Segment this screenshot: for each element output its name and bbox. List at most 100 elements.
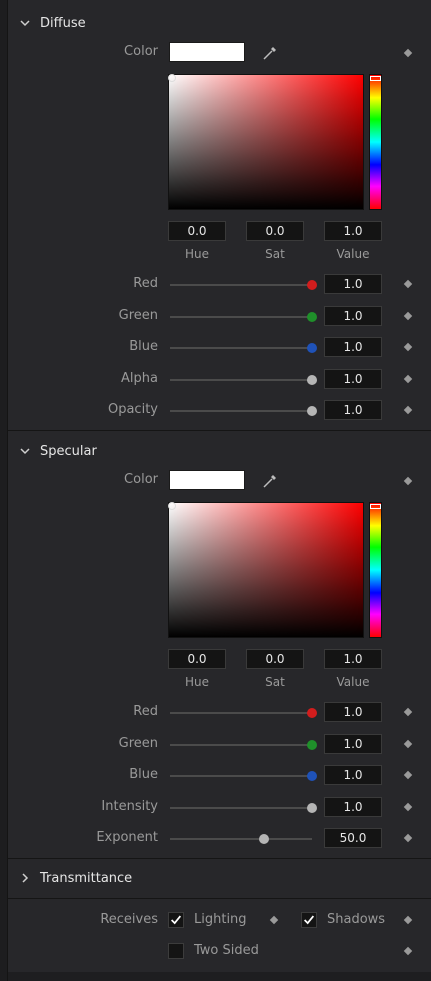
diffuse-color-swatch[interactable] [169,42,245,62]
channel-value-field[interactable]: 50.0 [324,828,382,848]
two-sided-label: Two Sided [194,943,259,958]
diamond-icon[interactable] [403,707,413,717]
channel-label: Intensity [101,798,158,814]
section-header-transmittance[interactable]: Transmittance [8,864,431,892]
lighting-label: Lighting [194,912,247,927]
channel-label: Green [118,735,158,751]
section-title: Specular [40,443,97,459]
value-label: Value [336,675,370,689]
slider-knob[interactable] [307,708,317,718]
diamond-icon[interactable] [403,802,413,811]
hue-label: Hue [184,247,209,261]
value-field[interactable]: 1.0 [324,649,382,669]
diamond-icon[interactable] [403,476,413,486]
two-sided-checkbox[interactable] [168,943,184,959]
slider-track[interactable] [170,802,317,813]
slider-knob[interactable] [307,374,317,385]
channel-value-field[interactable]: 1.0 [324,305,382,326]
slider-knob[interactable] [307,311,317,322]
channel-value-field[interactable]: 1.0 [324,274,382,294]
material-inspector-panel: Diffuse Color 0.0 0.0 1.0 Hue Sat Value … [7,0,431,981]
diamond-icon[interactable] [403,833,413,843]
channel-label: Red [133,704,158,719]
diamond-icon[interactable] [403,311,413,320]
channel-label: Blue [129,339,158,354]
picker-handle[interactable] [168,74,176,82]
diamond-icon[interactable] [403,405,413,415]
section-header-specular[interactable]: Specular [8,437,431,465]
slider-knob[interactable] [307,406,317,416]
sat-field[interactable]: 0.0 [246,649,304,669]
slider-knob[interactable] [307,802,317,813]
chevron-right-icon [22,873,29,883]
diamond-icon[interactable] [403,342,413,352]
sat-field[interactable]: 0.0 [246,221,304,241]
channel-value-field[interactable]: 1.0 [324,796,382,817]
section-header-diffuse[interactable]: Diffuse [8,9,431,37]
slider-track[interactable] [170,708,317,718]
slider-track[interactable] [170,406,317,416]
specular-sv-picker[interactable] [168,502,364,638]
slider-knob[interactable] [307,771,317,781]
diamond-icon[interactable] [403,48,413,58]
slider-track[interactable] [170,374,317,385]
channel-label: Blue [129,767,158,782]
hue-field[interactable]: 0.0 [168,649,226,669]
checkmark-icon [304,915,315,925]
lighting-checkbox[interactable] [168,912,184,928]
hue-label: Hue [184,675,209,689]
shadows-checkbox[interactable] [301,912,317,928]
chevron-down-icon [20,20,30,27]
diamond-icon[interactable] [403,915,413,925]
sat-label: Sat [265,247,285,261]
channel-label: Alpha [121,370,158,386]
section-title: Diffuse [40,15,86,31]
diamond-icon[interactable] [403,770,413,780]
channel-label: Exponent [96,830,158,845]
divider [8,858,431,859]
channel-value-field[interactable]: 1.0 [324,702,382,722]
section-title: Transmittance [40,870,133,886]
slider-track[interactable] [170,739,317,750]
diffuse-hue-bar[interactable] [369,74,382,210]
specular-hue-bar[interactable] [369,502,382,638]
channel-value-field[interactable]: 1.0 [324,733,382,754]
channel-label: Opacity [107,402,158,417]
hue-handle[interactable] [370,76,381,81]
eyedropper-icon[interactable] [261,472,279,490]
channel-value-field[interactable]: 1.0 [324,368,382,389]
color-label: Color [124,472,158,487]
sat-label: Sat [265,675,285,689]
slider-knob[interactable] [258,834,269,844]
value-field[interactable]: 1.0 [324,221,382,241]
color-label: Color [124,44,158,59]
divider [8,430,431,431]
diamond-icon[interactable] [403,739,413,748]
slider-track[interactable] [170,343,317,353]
slider-track[interactable] [170,280,317,290]
channel-value-field[interactable]: 1.0 [324,765,382,785]
slider-knob[interactable] [307,739,317,750]
channel-value-field[interactable]: 1.0 [324,400,382,420]
diamond-icon[interactable] [403,279,413,289]
channel-value-field[interactable]: 1.0 [324,337,382,357]
channel-label: Green [118,307,158,323]
chevron-down-icon [20,448,30,455]
slider-track[interactable] [170,771,317,781]
slider-knob[interactable] [307,280,317,290]
diamond-icon[interactable] [403,374,413,383]
eyedropper-icon[interactable] [261,44,279,62]
checkmark-icon [171,915,182,925]
picker-handle[interactable] [168,502,176,510]
diamond-icon[interactable] [269,915,279,925]
slider-track[interactable] [170,311,317,322]
shadows-label: Shadows [327,912,386,927]
slider-knob[interactable] [307,343,317,353]
diffuse-sv-picker[interactable] [168,74,364,210]
hue-field[interactable]: 0.0 [168,221,226,241]
specular-color-swatch[interactable] [169,470,245,490]
hue-handle[interactable] [370,504,381,509]
slider-track[interactable] [170,834,312,844]
diamond-icon[interactable] [403,946,413,956]
receives-label: Receives [100,912,158,927]
